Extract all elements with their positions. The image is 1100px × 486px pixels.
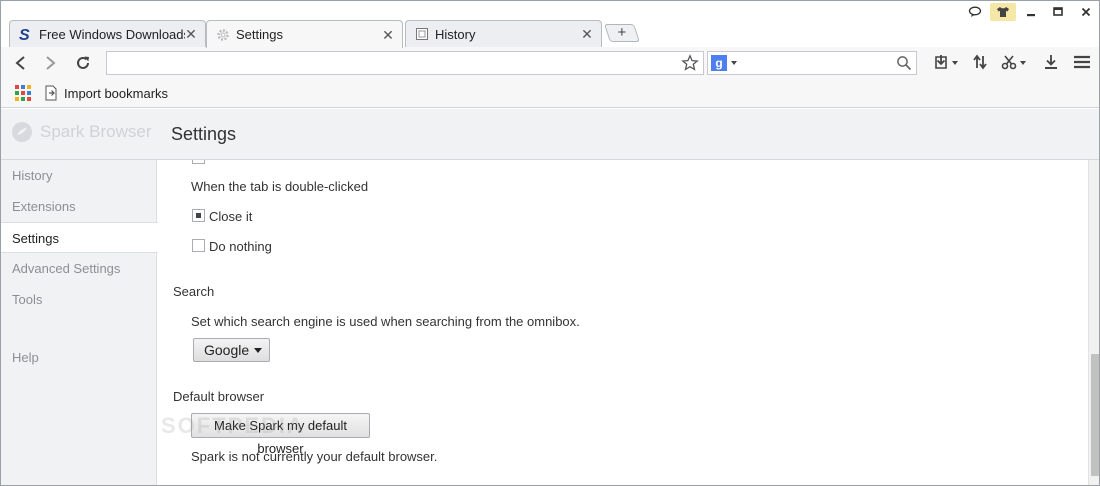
gear-icon xyxy=(215,27,231,43)
downloads-button[interactable] xyxy=(1043,52,1059,74)
sync-arrows-button[interactable] xyxy=(972,52,988,74)
tab-title: Free Windows Downloads xyxy=(39,26,185,42)
settings-content: When the tab is double-clicked Close it … xyxy=(158,160,1088,485)
tab-title: Settings xyxy=(236,27,283,42)
close-window-icon[interactable] xyxy=(1073,3,1099,21)
sidebar-item-help[interactable]: Help xyxy=(1,342,157,373)
search-heading: Search xyxy=(173,284,215,299)
search-box[interactable]: g xyxy=(707,51,917,75)
history-page-icon xyxy=(414,26,430,42)
sidebar-item-advanced-settings[interactable]: Advanced Settings xyxy=(1,253,157,284)
menu-button[interactable] xyxy=(1073,52,1091,74)
browser-window: S Free Windows Downloads ✕ Settings ✕ Hi… xyxy=(0,0,1100,486)
settings-header: Spark Browser Settings xyxy=(1,109,1099,160)
chevron-down-icon xyxy=(952,61,958,65)
tab-free-windows-downloads[interactable]: S Free Windows Downloads ✕ xyxy=(9,20,206,47)
do-nothing-checkbox[interactable] xyxy=(192,239,205,252)
vertical-scrollbar[interactable] xyxy=(1088,160,1099,485)
search-input[interactable] xyxy=(742,52,892,74)
tab-settings[interactable]: Settings ✕ xyxy=(206,20,403,48)
logo-text: Spark Browser xyxy=(40,122,152,141)
spark-browser-logo: Spark Browser xyxy=(11,121,151,143)
download-icon xyxy=(1043,54,1059,73)
softpedia-s-icon: S xyxy=(18,26,34,42)
navigation-toolbar: g xyxy=(1,47,1099,79)
search-description: Set which search engine is used when sea… xyxy=(191,314,580,329)
hamburger-menu-icon xyxy=(1073,54,1091,73)
close-tab-icon[interactable]: ✕ xyxy=(581,27,593,41)
import-icon xyxy=(44,85,58,101)
make-default-browser-button[interactable]: Make Spark my default browser xyxy=(191,413,370,456)
cut-button[interactable] xyxy=(1001,52,1026,74)
close-tab-icon[interactable]: ✕ xyxy=(382,28,394,42)
bookmark-label: Import bookmarks xyxy=(64,85,169,101)
forward-icon[interactable] xyxy=(38,51,62,75)
download-video-icon xyxy=(933,54,949,73)
default-browser-heading: Default browser xyxy=(173,389,265,404)
page-title: Settings xyxy=(171,124,237,144)
title-bar: S Free Windows Downloads ✕ Settings ✕ Hi… xyxy=(1,1,1099,48)
chevron-down-icon[interactable] xyxy=(731,61,737,65)
close-it-checkbox[interactable] xyxy=(192,209,205,222)
search-engine-value: Google xyxy=(204,342,250,358)
import-bookmarks-link[interactable]: Import bookmarks xyxy=(44,83,168,103)
default-browser-status: Spark is not currently your default brow… xyxy=(191,449,438,464)
reload-icon[interactable] xyxy=(71,51,95,75)
tab-double-click-label: When the tab is double-clicked xyxy=(191,179,369,194)
address-bar[interactable] xyxy=(106,51,704,75)
svg-text:S: S xyxy=(19,27,30,42)
search-engine-icon[interactable]: g xyxy=(711,55,727,71)
up-down-arrows-icon xyxy=(972,54,988,73)
maximize-icon[interactable] xyxy=(1045,3,1071,21)
apps-grid-icon[interactable] xyxy=(15,85,31,101)
plus-icon: + xyxy=(617,24,627,41)
search-engine-select[interactable]: Google xyxy=(193,338,270,362)
bookmarks-bar: Import bookmarks xyxy=(1,79,1099,108)
tab-title: History xyxy=(435,26,476,42)
shirt-skin-icon[interactable] xyxy=(990,3,1016,21)
do-nothing-label[interactable]: Do nothing xyxy=(209,239,272,254)
close-it-label[interactable]: Close it xyxy=(209,209,252,224)
scrollbar-thumb[interactable] xyxy=(1091,354,1099,476)
sidebar-item-settings[interactable]: Settings xyxy=(1,222,158,253)
bookmark-star-icon[interactable] xyxy=(681,54,699,72)
partial-checkbox[interactable] xyxy=(192,160,205,164)
sidebar-item-extensions[interactable]: Extensions xyxy=(1,191,157,222)
close-tab-icon[interactable]: ✕ xyxy=(185,27,197,41)
sidebar-item-tools[interactable]: Tools xyxy=(1,284,157,315)
url-input[interactable] xyxy=(107,52,667,74)
chevron-down-icon xyxy=(1020,61,1026,65)
minimize-icon[interactable] xyxy=(1018,3,1044,21)
new-tab-button[interactable]: + xyxy=(604,24,640,42)
tab-history[interactable]: History ✕ xyxy=(405,20,602,47)
spark-logo-icon xyxy=(11,121,33,143)
download-video-button[interactable] xyxy=(933,52,958,74)
sidebar-item-history[interactable]: History xyxy=(1,160,157,191)
back-icon[interactable] xyxy=(9,51,33,75)
feedback-icon[interactable] xyxy=(962,3,988,21)
search-icon[interactable] xyxy=(896,55,912,71)
scissors-icon xyxy=(1001,54,1017,73)
settings-sidebar: History Extensions Settings Advanced Set… xyxy=(1,160,158,485)
chevron-down-icon xyxy=(254,348,262,353)
